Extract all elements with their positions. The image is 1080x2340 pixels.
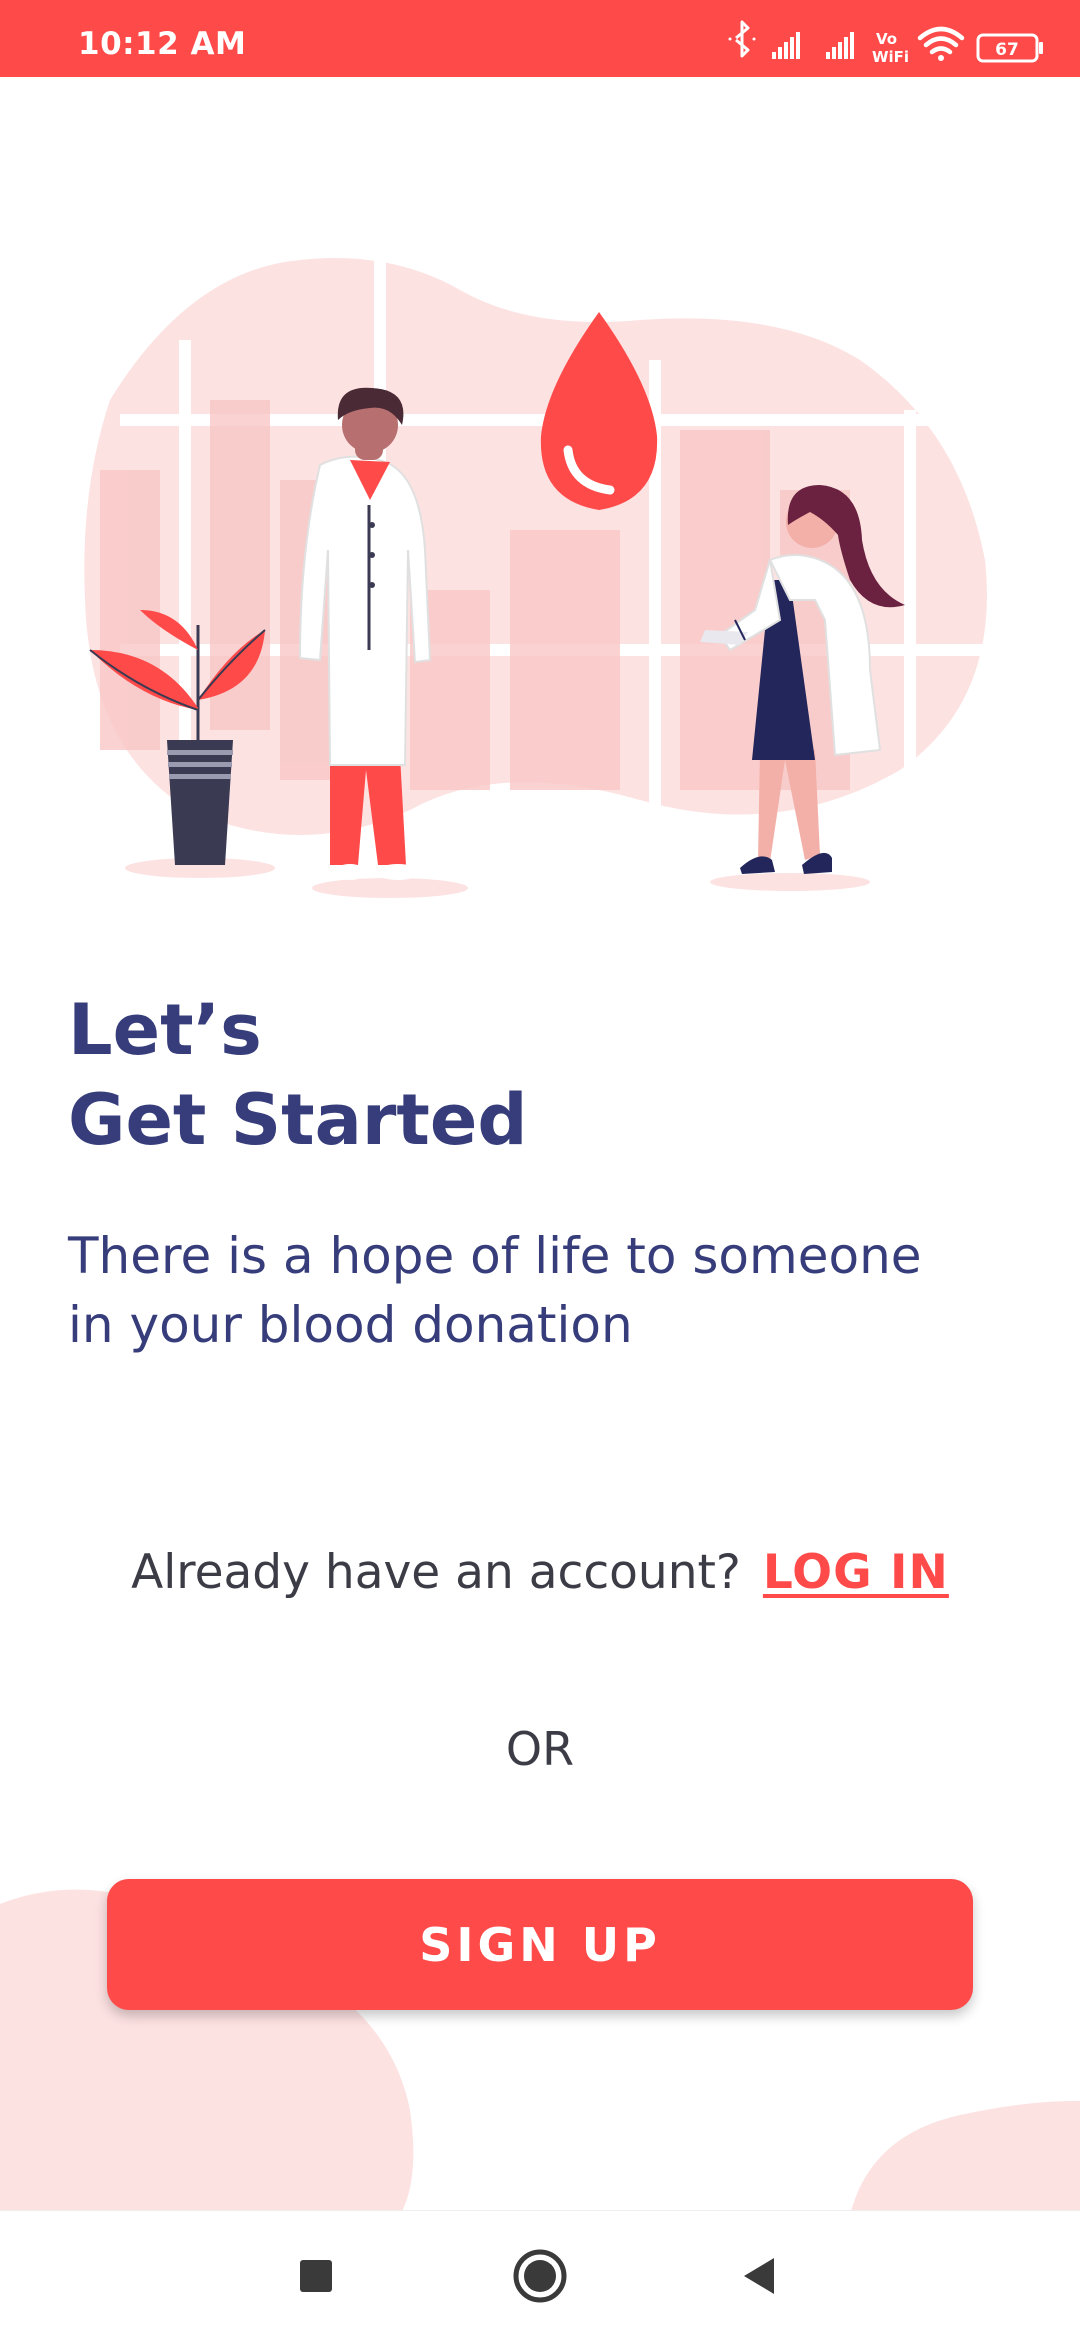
blood-donation-illustration <box>84 258 990 898</box>
tagline: There is a hope of life to someone in yo… <box>68 1222 1028 1360</box>
page-title: Let’s Get Started <box>68 985 527 1165</box>
status-icons: Vo WiFi 67 <box>728 20 1043 66</box>
battery-icon: 67 <box>976 33 1043 63</box>
signal-icon <box>826 32 854 59</box>
navigation-bar <box>0 2210 1080 2340</box>
vowifi-icon: Vo WiFi <box>872 30 909 66</box>
recent-apps-icon <box>300 2260 332 2292</box>
back-button[interactable] <box>700 2211 820 2340</box>
status-time: 10:12 AM <box>78 26 247 62</box>
back-icon <box>744 2258 774 2294</box>
login-prompt-row: Already have an account? LOG IN <box>0 1543 1080 1603</box>
decorative-blob-right <box>850 2100 1080 2215</box>
signup-button[interactable]: SIGN UP <box>107 1879 973 2010</box>
recent-apps-button[interactable] <box>256 2211 376 2340</box>
home-button[interactable] <box>480 2211 600 2340</box>
wifi-icon <box>917 26 965 61</box>
svg-text:WiFi: WiFi <box>872 48 909 66</box>
heading-line-1: Let’s <box>68 989 262 1071</box>
or-divider: OR <box>505 1722 575 1776</box>
login-prompt-text: Already have an account? <box>131 1545 741 1600</box>
login-link[interactable]: LOG IN <box>763 1545 949 1600</box>
tagline-line-1: There is a hope of life to someone <box>68 1227 922 1285</box>
heading-line-2: Get Started <box>68 1079 528 1161</box>
app-screen: 10:12 AM Vo WiFi 67 Let’s Get Started Th… <box>0 0 1080 2340</box>
tagline-line-2: in your blood donation <box>68 1296 633 1354</box>
bluetooth-icon <box>728 20 756 58</box>
status-bar: 10:12 AM Vo WiFi 67 <box>0 0 1080 77</box>
home-icon <box>513 2249 567 2303</box>
svg-text:67: 67 <box>995 40 1019 60</box>
svg-text:Vo: Vo <box>876 30 897 48</box>
signal-icon <box>772 32 800 59</box>
